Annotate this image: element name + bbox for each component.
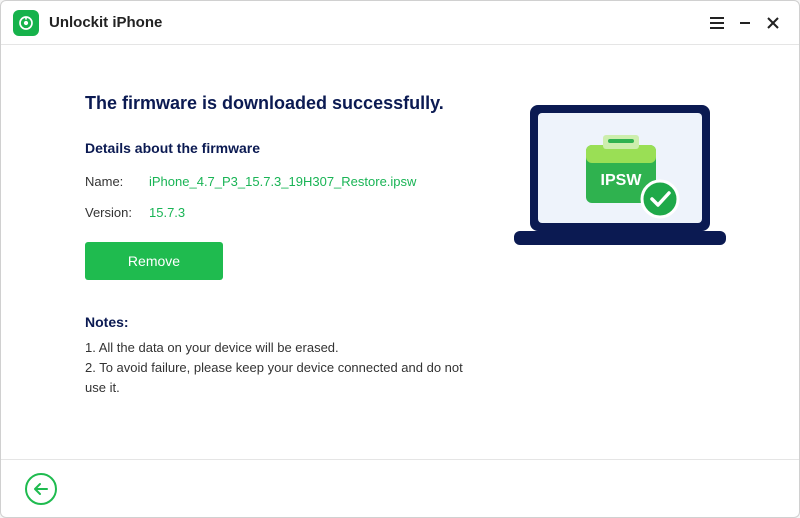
close-button[interactable] (759, 9, 787, 37)
left-panel: The firmware is downloaded successfully.… (85, 93, 465, 449)
firmware-name-row: Name: iPhone_4.7_P3_15.7.3_19H307_Restor… (85, 174, 465, 189)
right-panel: IPSW (495, 93, 745, 449)
back-button[interactable] (25, 473, 57, 505)
menu-button[interactable] (703, 9, 731, 37)
laptop-ipsw-icon: IPSW (508, 99, 733, 269)
remove-button[interactable]: Remove (85, 242, 223, 280)
footer (1, 459, 799, 517)
note-2: 2. To avoid failure, please keep your de… (85, 358, 465, 398)
headline: The firmware is downloaded successfully. (85, 93, 465, 114)
notes-heading: Notes: (85, 314, 465, 330)
version-value: 15.7.3 (149, 205, 185, 220)
version-label: Version: (85, 205, 149, 220)
app-window: Unlockit iPhone The firmware is download… (0, 0, 800, 518)
titlebar: Unlockit iPhone (1, 1, 799, 45)
content-area: The firmware is downloaded successfully.… (1, 45, 799, 459)
firmware-version-row: Version: 15.7.3 (85, 205, 465, 220)
app-logo-icon (13, 10, 39, 36)
arrow-left-icon (33, 482, 49, 496)
minimize-button[interactable] (731, 9, 759, 37)
details-heading: Details about the firmware (85, 140, 465, 156)
note-1: 1. All the data on your device will be e… (85, 338, 465, 358)
name-value: iPhone_4.7_P3_15.7.3_19H307_Restore.ipsw (149, 174, 416, 189)
app-title: Unlockit iPhone (49, 14, 162, 31)
ipsw-badge-text: IPSW (600, 172, 642, 189)
name-label: Name: (85, 174, 149, 189)
